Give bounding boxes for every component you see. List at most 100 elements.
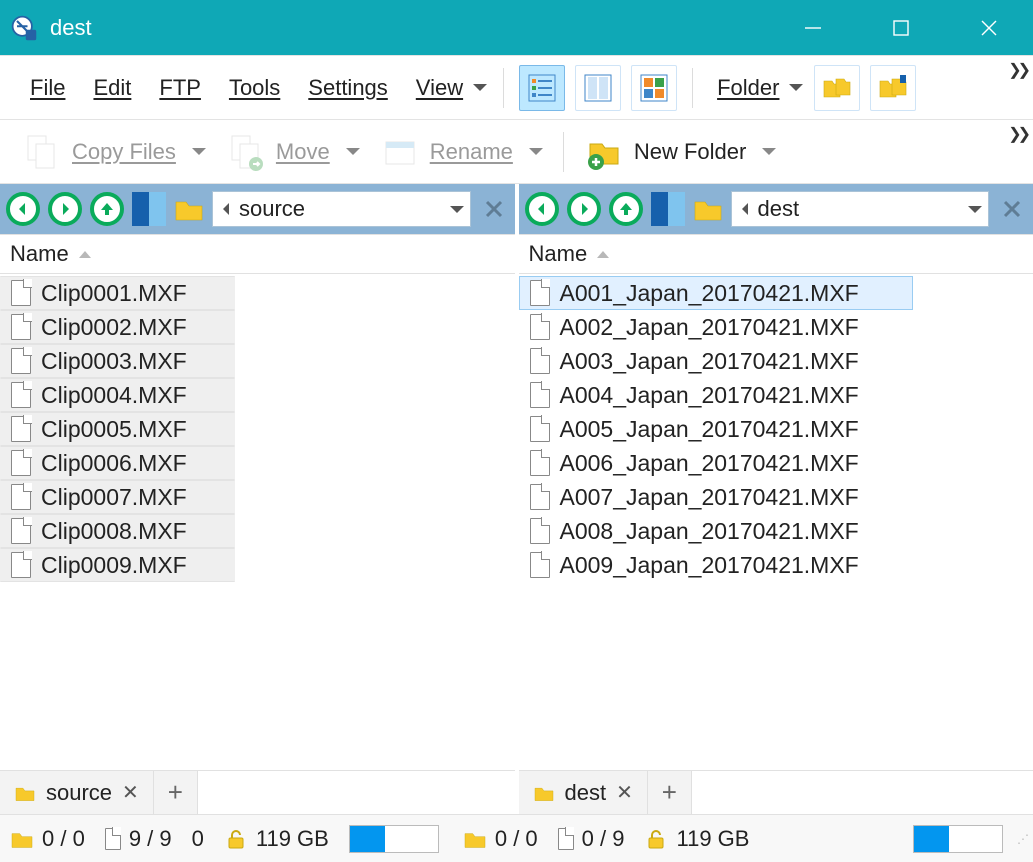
menu-ftp[interactable]: FTP: [145, 67, 215, 109]
up-button[interactable]: [90, 192, 124, 226]
back-button[interactable]: [525, 192, 559, 226]
right-file-count: 0 / 9: [548, 826, 635, 852]
view-mode-2-button[interactable]: [575, 65, 621, 111]
separator: [503, 68, 504, 108]
folder-icon: [14, 784, 36, 802]
view-mode-1-button[interactable]: [519, 65, 565, 111]
file-icon: [11, 484, 31, 510]
file-row[interactable]: A005_Japan_20170421.MXF: [519, 412, 1033, 446]
right-file-list: A001_Japan_20170421.MXF A002_Japan_201704…: [519, 274, 1033, 770]
back-button[interactable]: [6, 192, 40, 226]
file-name: A003_Japan_20170421.MXF: [560, 348, 859, 375]
file-row[interactable]: A007_Japan_20170421.MXF: [519, 480, 1033, 514]
file-row[interactable]: Clip0009.MXF: [0, 548, 235, 582]
file-name: A009_Japan_20170421.MXF: [560, 552, 859, 579]
file-icon: [530, 382, 550, 408]
file-icon: [530, 280, 550, 306]
file-row[interactable]: Clip0005.MXF: [0, 412, 235, 446]
file-icon: [11, 314, 31, 340]
menu-tools[interactable]: Tools: [215, 67, 294, 109]
file-name: Clip0008.MXF: [41, 518, 187, 545]
resize-grip[interactable]: ⋰: [1013, 828, 1033, 850]
file-row[interactable]: Clip0001.MXF: [0, 276, 235, 310]
file-icon: [11, 348, 31, 374]
dual-folder-1-button[interactable]: [814, 65, 860, 111]
file-row[interactable]: Clip0008.MXF: [0, 514, 235, 548]
forward-button[interactable]: [48, 192, 82, 226]
view-mode-3-button[interactable]: [631, 65, 677, 111]
caret-down-icon: [762, 148, 776, 155]
right-close-button[interactable]: [997, 194, 1027, 224]
tab-close-icon[interactable]: ✕: [122, 780, 139, 805]
file-icon: [530, 348, 550, 374]
file-row[interactable]: Clip0004.MXF: [0, 378, 235, 412]
file-icon: [530, 484, 550, 510]
left-folder-count: 0 / 0: [0, 826, 95, 852]
copy-files-button[interactable]: Copy Files: [12, 128, 216, 176]
file-row[interactable]: A009_Japan_20170421.MXF: [519, 548, 1033, 582]
file-row[interactable]: A002_Japan_20170421.MXF: [519, 310, 1033, 344]
window: dest File Edit FTP Tools Settings View: [0, 0, 1033, 862]
file-row[interactable]: A008_Japan_20170421.MXF: [519, 514, 1033, 548]
file-name: Clip0002.MXF: [41, 314, 187, 341]
file-name: A004_Japan_20170421.MXF: [560, 382, 859, 409]
file-row[interactable]: Clip0002.MXF: [0, 310, 235, 344]
right-path-dropdown[interactable]: dest: [731, 191, 990, 227]
left-tab-add[interactable]: +: [154, 771, 198, 814]
menu-folder[interactable]: Folder: [703, 67, 809, 109]
panel-toggle-button[interactable]: [132, 192, 166, 226]
titlebar: dest: [0, 0, 1033, 55]
right-column-header[interactable]: Name: [519, 234, 1033, 274]
file-row[interactable]: A004_Japan_20170421.MXF: [519, 378, 1033, 412]
right-tab[interactable]: dest ✕: [519, 771, 648, 814]
move-button[interactable]: Move: [216, 128, 370, 176]
overflow-icon[interactable]: ❯❯: [1008, 124, 1027, 144]
file-row[interactable]: A006_Japan_20170421.MXF: [519, 446, 1033, 480]
menu-edit[interactable]: Edit: [79, 67, 145, 109]
file-row[interactable]: A003_Japan_20170421.MXF: [519, 344, 1033, 378]
file-icon: [11, 382, 31, 408]
tab-close-icon[interactable]: ✕: [616, 780, 633, 805]
up-button[interactable]: [609, 192, 643, 226]
left-file-list: Clip0001.MXFClip0002.MXFClip0003.MXFClip…: [0, 274, 515, 770]
right-pane: dest Name A001_Japan_20170421.MXF A002_Ja…: [519, 184, 1033, 814]
file-row[interactable]: A001_Japan_20170421.MXF: [519, 276, 914, 310]
menu-settings[interactable]: Settings: [294, 67, 402, 109]
file-row[interactable]: Clip0006.MXF: [0, 446, 235, 480]
left-column-header[interactable]: Name: [0, 234, 515, 274]
menu-file[interactable]: File: [16, 67, 79, 109]
maximize-button[interactable]: [857, 0, 945, 55]
folder-icon: [463, 829, 487, 849]
file-row[interactable]: Clip0003.MXF: [0, 344, 235, 378]
left-pane: source Name Clip0001.MXF Clip0002.MXF Clip…: [0, 184, 515, 814]
file-row[interactable]: Clip0007.MXF: [0, 480, 235, 514]
folder-icon: [533, 784, 555, 802]
left-disk: 119 GB: [214, 826, 339, 852]
caret-down-icon: [346, 148, 360, 155]
new-folder-button[interactable]: New Folder: [574, 128, 786, 176]
file-icon: [530, 416, 550, 442]
file-icon: [11, 518, 31, 544]
sort-asc-icon: [79, 251, 91, 258]
forward-button[interactable]: [567, 192, 601, 226]
left-close-button[interactable]: [479, 194, 509, 224]
right-tab-add[interactable]: +: [648, 771, 692, 814]
overflow-icon[interactable]: ❯❯: [1008, 60, 1027, 80]
rename-button[interactable]: Rename: [370, 128, 553, 176]
left-file-count: 9 / 9: [95, 826, 182, 852]
chevron-left-icon: [223, 203, 229, 215]
file-icon: [530, 450, 550, 476]
right-tabs: dest ✕ +: [519, 770, 1033, 814]
panel-toggle-button[interactable]: [651, 192, 685, 226]
left-extra-count: 0: [182, 826, 214, 852]
left-path-dropdown[interactable]: source: [212, 191, 471, 227]
close-button[interactable]: [945, 0, 1033, 55]
file-icon: [11, 280, 31, 306]
left-tab[interactable]: source ✕: [0, 771, 154, 814]
tab-label: dest: [565, 780, 607, 806]
file-name: A001_Japan_20170421.MXF: [560, 280, 859, 307]
dual-folder-2-button[interactable]: [870, 65, 916, 111]
unlock-icon: [644, 827, 668, 851]
minimize-button[interactable]: [769, 0, 857, 55]
menu-view[interactable]: View: [402, 67, 493, 109]
